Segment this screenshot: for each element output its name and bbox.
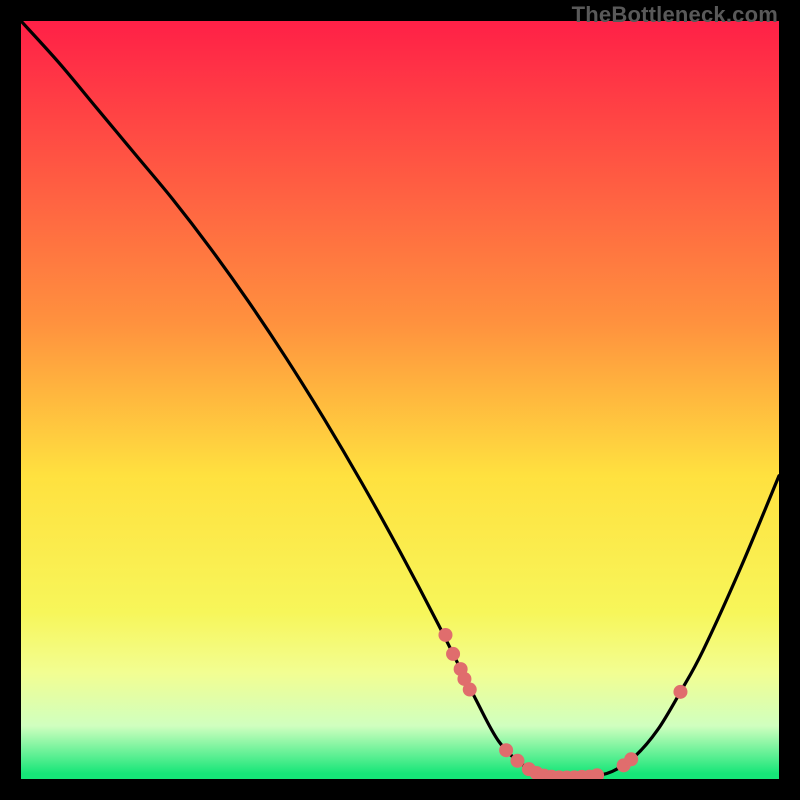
chart-svg — [21, 21, 779, 779]
data-marker — [624, 752, 638, 766]
chart-frame: { "watermark": { "text": "TheBottleneck.… — [0, 0, 800, 800]
data-marker — [463, 683, 477, 697]
data-marker — [499, 743, 513, 757]
plot-area — [21, 21, 779, 779]
watermark-text: TheBottleneck.com — [572, 2, 778, 28]
data-marker — [673, 685, 687, 699]
chart-background — [21, 21, 779, 779]
data-marker — [510, 754, 524, 768]
data-marker — [446, 647, 460, 661]
data-marker — [438, 628, 452, 642]
